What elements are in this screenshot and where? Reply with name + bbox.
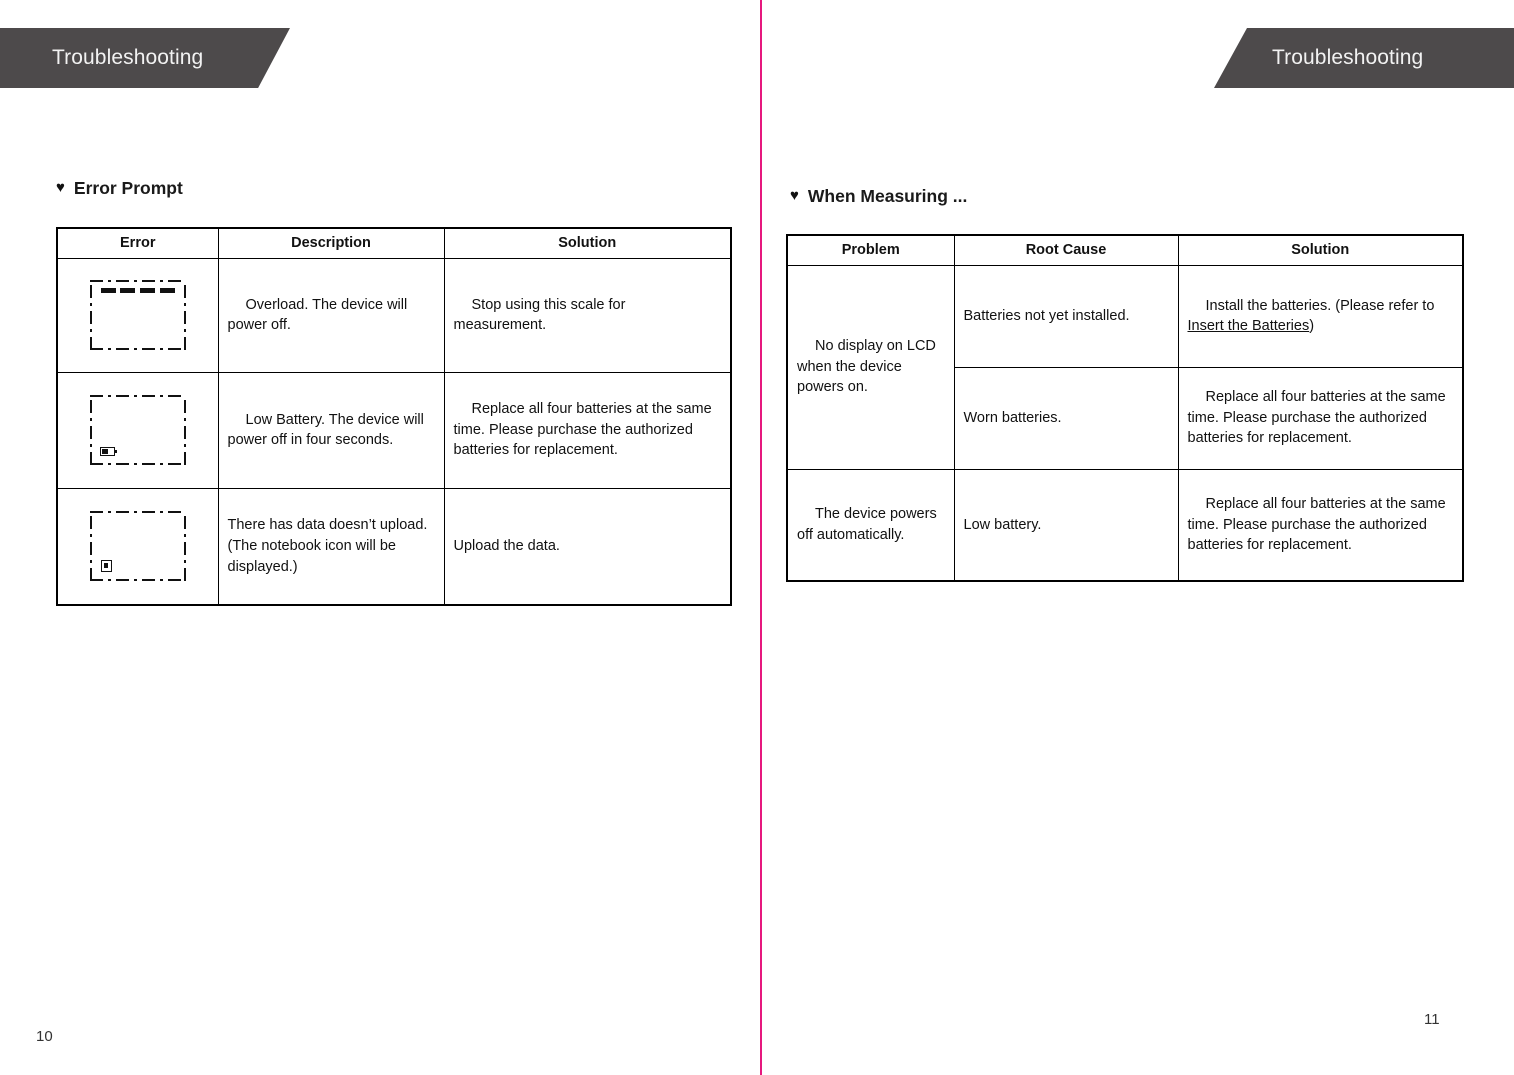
right-section-heading: ♥ When Measuring ... xyxy=(790,186,967,207)
column-header-description: Description xyxy=(217,227,445,259)
manual-spread: Troubleshooting ♥ Error Prompt Error Des… xyxy=(0,0,1514,1075)
right-section-heading-label: When Measuring ... xyxy=(807,186,968,206)
error-description-cell: Overload. The device will power off. xyxy=(217,257,445,373)
lcd-low-battery-icon xyxy=(89,395,186,466)
error-description-cell: There has data doesn’t upload. (The note… xyxy=(217,487,445,606)
when-measuring-table: Problem Root Cause Solution No display o… xyxy=(786,234,1464,583)
table-row: The device powers off automatically. Low… xyxy=(786,468,1464,582)
left-page-banner: Troubleshooting xyxy=(0,28,290,88)
solution-cell: Replace all four batteries at the same t… xyxy=(1177,366,1464,470)
right-page-banner: Troubleshooting xyxy=(1214,28,1514,88)
solution-cell: Replace all four batteries at the same t… xyxy=(1177,468,1464,582)
root-cause-cell: Worn batteries. xyxy=(953,366,1179,470)
heart-icon: ♥ xyxy=(790,187,799,204)
table-row: There has data doesn’t upload. (The note… xyxy=(56,487,732,606)
table-row: No display on LCD when the device powers… xyxy=(786,264,1464,470)
right-banner-title: Troubleshooting xyxy=(1272,46,1424,69)
left-banner-title: Troubleshooting xyxy=(52,46,204,69)
left-section-heading: ♥ Error Prompt xyxy=(56,178,183,199)
table-header-row: Error Description Solution xyxy=(56,227,732,259)
problem-cell: The device powers off automatically. xyxy=(786,468,955,582)
insert-the-batteries-link[interactable]: Insert the Batteries xyxy=(1188,318,1310,334)
table-row: Low Battery. The device will power off i… xyxy=(56,371,732,489)
error-icon-cell xyxy=(56,487,219,606)
root-cause-cell: Low battery. xyxy=(953,468,1179,582)
notebook-icon xyxy=(100,560,112,573)
lcd-overload-icon xyxy=(89,280,186,351)
solution-text-suffix: ) xyxy=(1309,318,1315,335)
problem-cell: No display on LCD when the device powers… xyxy=(786,264,955,470)
column-header-error: Error xyxy=(56,227,219,259)
left-page-number: 10 xyxy=(36,1028,53,1045)
error-icon-cell xyxy=(56,371,219,489)
root-cause-cell: Batteries not yet installed. xyxy=(953,264,1179,368)
column-header-problem: Problem xyxy=(786,234,955,266)
table-header-row: Problem Root Cause Solution xyxy=(786,234,1464,266)
table-row: Overload. The device will power off. Sto… xyxy=(56,257,732,373)
error-solution-cell: Stop using this scale for measurement. xyxy=(443,257,732,373)
left-section-heading-label: Error Prompt xyxy=(73,178,183,198)
column-header-solution: Solution xyxy=(443,227,732,259)
column-header-root-cause: Root Cause xyxy=(953,234,1179,266)
lcd-notebook-icon xyxy=(89,511,186,582)
overload-dashes-icon xyxy=(100,288,175,294)
error-description-cell: Low Battery. The device will power off i… xyxy=(217,371,445,489)
column-header-solution: Solution xyxy=(1177,234,1464,266)
solution-cell: Install the batteries. (Please refer to … xyxy=(1177,264,1464,368)
error-prompt-table: Error Description Solution Overload. The… xyxy=(56,227,732,607)
error-solution-cell: Replace all four batteries at the same t… xyxy=(443,371,732,489)
page-divider xyxy=(760,0,762,1075)
battery-icon xyxy=(99,447,117,457)
right-page-number: 11 xyxy=(1424,1011,1440,1028)
error-icon-cell xyxy=(56,257,219,373)
solution-text-prefix: Install the batteries. (Please refer to xyxy=(1205,297,1435,314)
heart-icon: ♥ xyxy=(56,179,65,196)
error-solution-cell: Upload the data. xyxy=(443,487,732,606)
